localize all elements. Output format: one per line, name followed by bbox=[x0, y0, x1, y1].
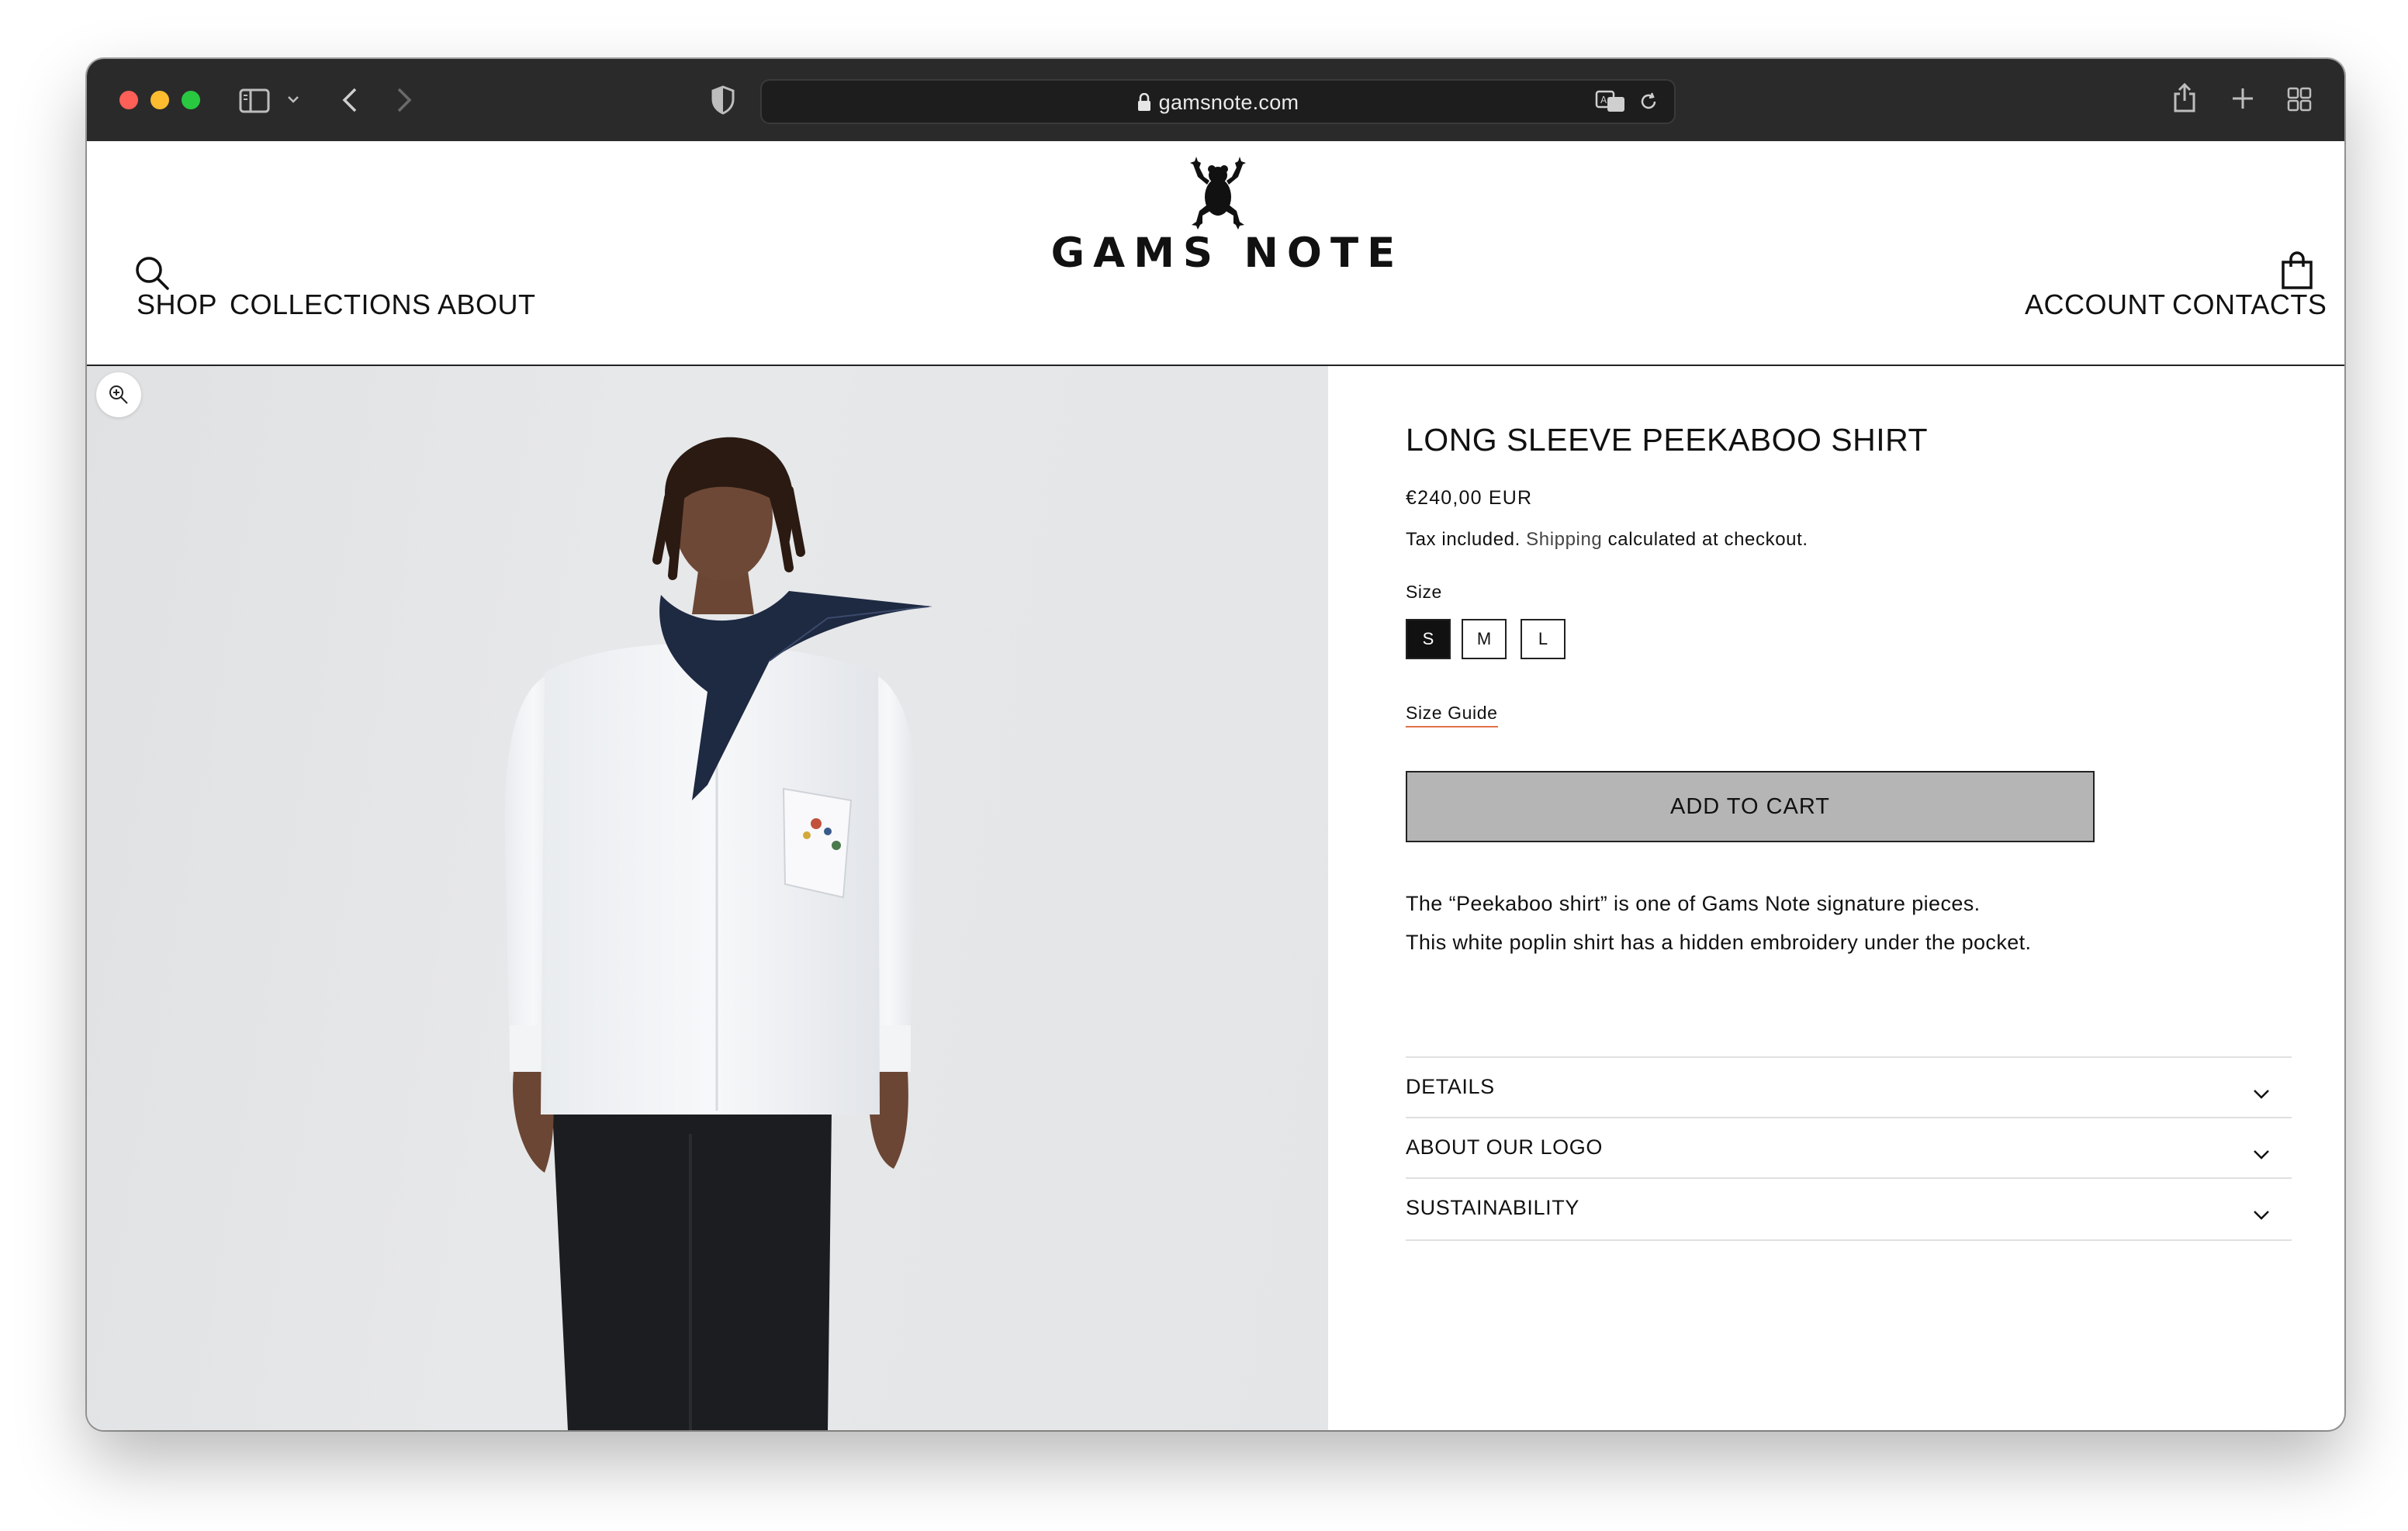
nav-shop[interactable]: SHOP bbox=[137, 289, 217, 321]
shopping-bag-icon[interactable] bbox=[2281, 251, 2313, 294]
size-option-l[interactable]: L bbox=[1521, 619, 1566, 659]
accordion-sustainability[interactable]: SUSTAINABILITY bbox=[1406, 1177, 2292, 1241]
add-to-cart-button[interactable]: ADD TO CART bbox=[1406, 771, 2095, 842]
share-icon[interactable] bbox=[2172, 82, 2197, 113]
browser-window: gamsnote.com A GAMS NOTE SHOP COLLECTION… bbox=[87, 59, 2344, 1430]
forward-arrow-icon[interactable] bbox=[396, 87, 413, 113]
model-photo bbox=[504, 437, 932, 1430]
translate-icon[interactable]: A bbox=[1595, 90, 1626, 117]
lock-icon bbox=[1137, 92, 1151, 117]
new-tab-plus-icon[interactable] bbox=[2231, 87, 2254, 110]
nav-about[interactable]: ABOUT bbox=[438, 289, 536, 321]
address-bar[interactable]: gamsnote.com A bbox=[760, 79, 1676, 124]
reload-icon[interactable] bbox=[1638, 92, 1659, 116]
tab-overview-icon[interactable] bbox=[2287, 87, 2312, 112]
product-price: €240,00 EUR bbox=[1406, 487, 1533, 509]
sidebar-toggle-icon[interactable] bbox=[239, 88, 270, 113]
size-option-s[interactable]: S bbox=[1406, 619, 1451, 659]
chevron-down-icon[interactable] bbox=[287, 95, 299, 104]
accordion-label: ABOUT OUR LOGO bbox=[1406, 1135, 1603, 1159]
browser-toolbar: gamsnote.com A bbox=[87, 59, 2344, 143]
brand-logo-text[interactable]: GAMS NOTE bbox=[1033, 230, 1421, 277]
close-window-button[interactable] bbox=[119, 91, 138, 109]
minimize-window-button[interactable] bbox=[150, 91, 169, 109]
nav-account[interactable]: ACCOUNT bbox=[2025, 289, 2166, 321]
description-line-2: This white poplin shirt has a hidden emb… bbox=[1406, 931, 2032, 954]
tax-prefix: Tax included. bbox=[1406, 529, 1521, 550]
accordion-label: DETAILS bbox=[1406, 1075, 1495, 1098]
chevron-down-icon bbox=[2253, 1081, 2270, 1105]
product-description: The “Peekaboo shirt” is one of Gams Note… bbox=[1406, 884, 2031, 962]
url-text: gamsnote.com bbox=[1158, 91, 1299, 114]
size-guide-link[interactable]: Size Guide bbox=[1406, 703, 1498, 727]
frog-logo-icon[interactable] bbox=[1188, 154, 1247, 235]
product-title: LONG SLEEVE PEEKABOO SHIRT bbox=[1406, 422, 1929, 458]
accordion-about-our-logo[interactable]: ABOUT OUR LOGO bbox=[1406, 1117, 2292, 1179]
size-label: Size bbox=[1406, 582, 1442, 602]
maximize-window-button[interactable] bbox=[182, 91, 200, 109]
privacy-shield-icon[interactable] bbox=[711, 85, 735, 115]
size-option-m[interactable]: M bbox=[1462, 619, 1507, 659]
back-arrow-icon[interactable] bbox=[341, 87, 358, 113]
tax-note: Tax included. Shipping calculated at che… bbox=[1406, 529, 1808, 551]
svg-text:A: A bbox=[1600, 95, 1607, 105]
site-header: GAMS NOTE bbox=[87, 141, 2344, 366]
tax-suffix: calculated at checkout. bbox=[1607, 529, 1808, 550]
chevron-down-icon bbox=[2253, 1202, 2270, 1226]
product-image[interactable] bbox=[87, 366, 1328, 1430]
shipping-link[interactable]: Shipping bbox=[1526, 529, 1602, 550]
nav-contacts[interactable]: CONTACTS bbox=[2172, 289, 2327, 321]
nav-collections[interactable]: COLLECTIONS bbox=[230, 289, 431, 321]
zoom-in-icon[interactable] bbox=[96, 372, 141, 417]
chevron-down-icon bbox=[2253, 1142, 2270, 1166]
accordion-label: SUSTAINABILITY bbox=[1406, 1196, 1579, 1219]
description-line-1: The “Peekaboo shirt” is one of Gams Note… bbox=[1406, 892, 1981, 915]
accordion-details[interactable]: DETAILS bbox=[1406, 1056, 2292, 1118]
